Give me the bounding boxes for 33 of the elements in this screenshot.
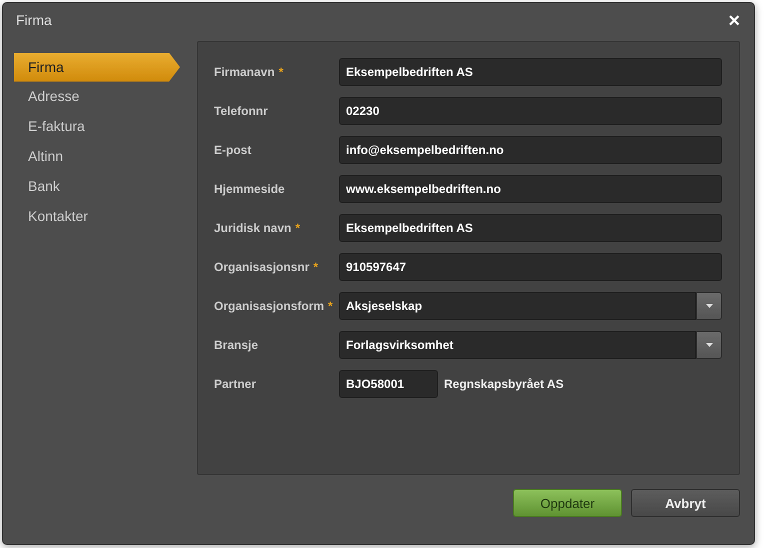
field-label: E-post bbox=[214, 142, 252, 159]
window-title: Firma bbox=[16, 11, 52, 30]
field-label: Organisasjonsform * bbox=[214, 298, 334, 315]
sidebar-item[interactable]: Bank bbox=[14, 172, 180, 202]
caret-icon bbox=[706, 342, 712, 347]
dropdown-field[interactable]: Aksjeselskap bbox=[339, 292, 696, 320]
input-field[interactable]: Eksempelbedriften AS bbox=[339, 58, 722, 86]
sidebar-item[interactable]: Altinn bbox=[14, 142, 180, 172]
sidebar-item[interactable]: E-faktura bbox=[14, 112, 180, 142]
input-field[interactable]: 910597647 bbox=[339, 252, 722, 281]
field-label: Telefonnr bbox=[214, 102, 269, 120]
dropdown-button[interactable] bbox=[696, 330, 722, 359]
update-button[interactable]: Oppdater bbox=[513, 489, 622, 518]
field-label: Firmanavn * bbox=[214, 64, 284, 81]
input-field[interactable]: BJO58001 bbox=[339, 370, 438, 398]
field-label: Hjemmeside bbox=[214, 180, 286, 198]
input-field[interactable]: 02230 bbox=[339, 96, 722, 125]
sidebar-item[interactable]: Adresse bbox=[14, 82, 180, 112]
caret-icon bbox=[706, 304, 712, 308]
partner-name: Regnskapsbyrået AS bbox=[444, 376, 564, 393]
field-label: Partner bbox=[214, 376, 258, 393]
input-field[interactable]: Eksempelbedriften AS bbox=[339, 214, 722, 242]
close-button[interactable]: × bbox=[728, 10, 740, 31]
input-field[interactable]: info@eksempelbedriften.no bbox=[339, 136, 722, 164]
sidebar-item[interactable]: Firma bbox=[14, 52, 180, 82]
dropdown-field[interactable]: Forlagsvirksomhet bbox=[339, 330, 696, 359]
field-label: Organisasjonsnr * bbox=[214, 258, 320, 276]
field-label: Bransje bbox=[214, 336, 260, 354]
dropdown-button[interactable] bbox=[696, 292, 722, 320]
input-field[interactable]: www.eksempelbedriften.no bbox=[339, 174, 722, 203]
cancel-button[interactable]: Avbryt bbox=[631, 489, 740, 518]
field-label: Juridisk navn * bbox=[214, 220, 302, 237]
sidebar-item[interactable]: Kontakter bbox=[14, 202, 180, 232]
